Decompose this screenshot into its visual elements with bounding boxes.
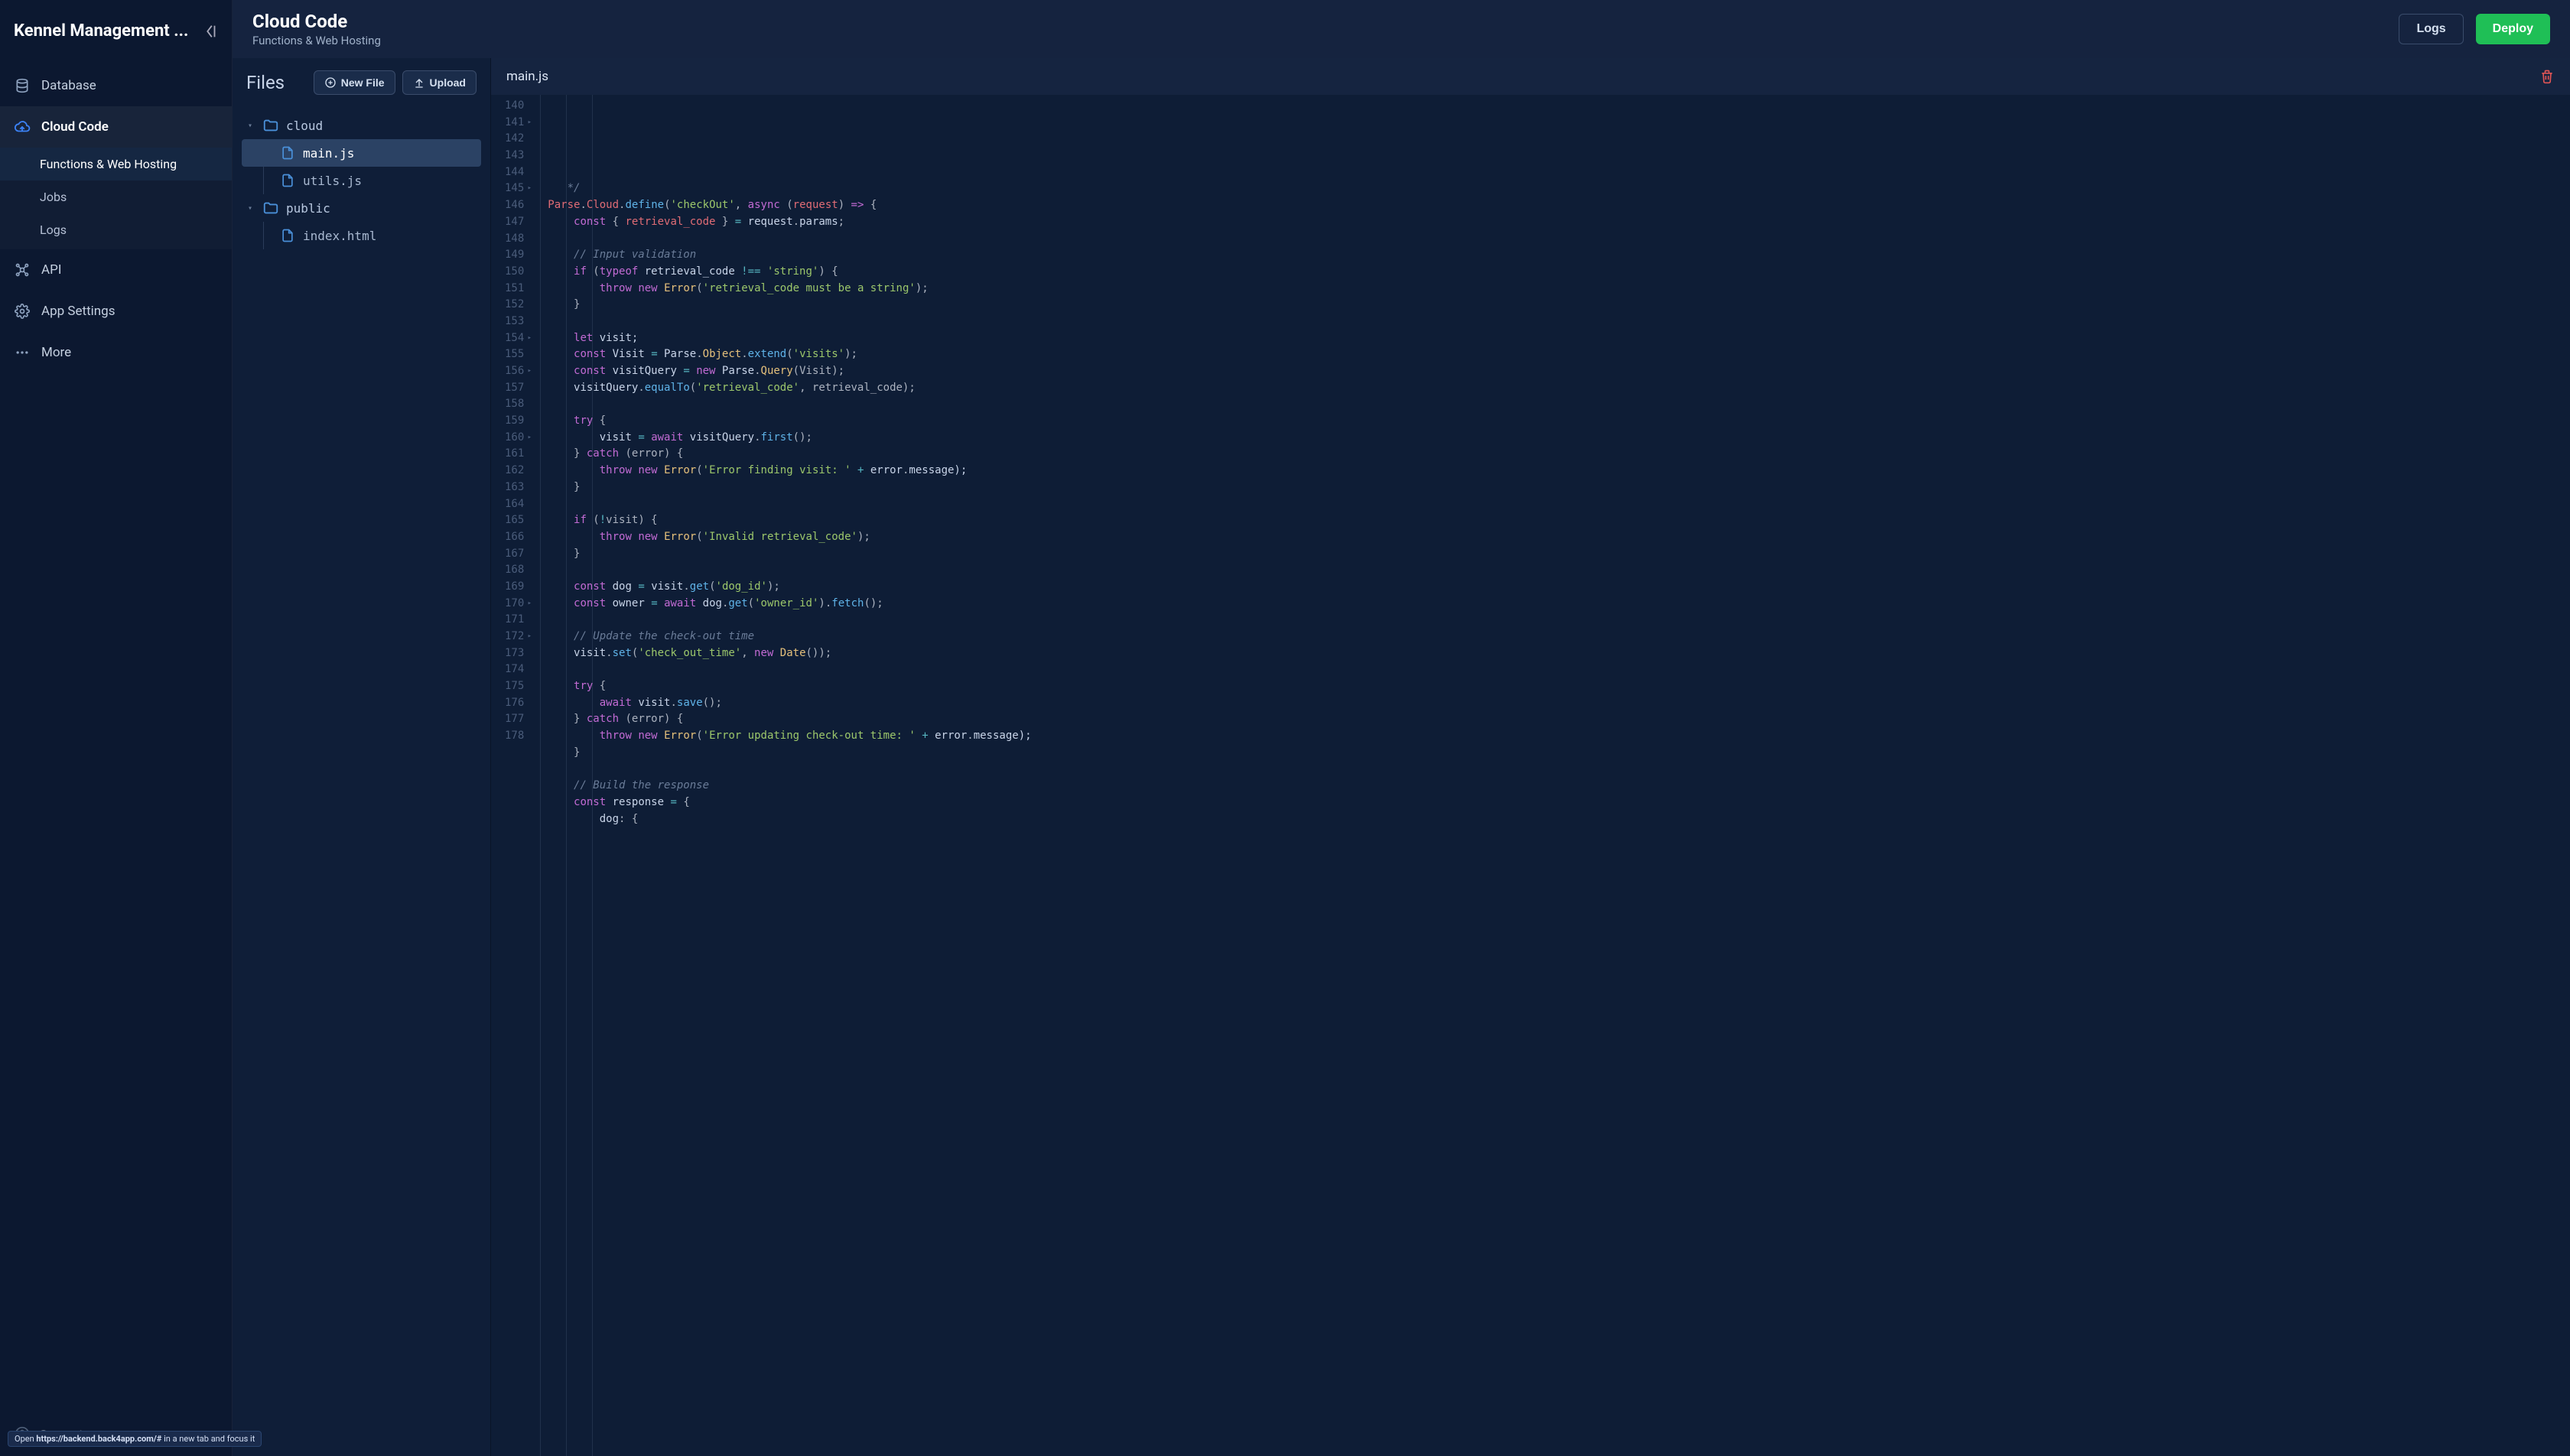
line-numbers: 140141▸142143144145▸14614714814915015115…	[491, 95, 540, 1456]
collapse-sidebar-button[interactable]	[201, 22, 220, 41]
open-link-tooltip: Open https://backend.back4app.com/# in a…	[8, 1431, 262, 1447]
file-icon	[278, 144, 297, 162]
nav-sub-functions[interactable]: Functions & Web Hosting	[0, 148, 232, 180]
new-file-button[interactable]: New File	[314, 70, 395, 95]
editor-panel: main.js 140141▸142143144145▸146147148149…	[491, 58, 2570, 1456]
gear-icon	[14, 303, 31, 320]
caret-down-icon: ▾	[248, 122, 255, 130]
upload-button[interactable]: Upload	[402, 70, 477, 95]
nav-database[interactable]: Database	[0, 65, 232, 106]
topbar: Cloud Code Functions & Web Hosting Logs …	[233, 0, 2570, 58]
files-actions: New File Upload	[314, 70, 477, 95]
folder-icon	[262, 116, 280, 135]
folder-icon	[262, 199, 280, 217]
tree-folder-cloud[interactable]: ▾ cloud	[242, 112, 481, 139]
nav-more[interactable]: More	[0, 332, 232, 373]
files-panel: Files New File Upload ▾	[233, 58, 491, 1456]
caret-down-icon: ▾	[248, 204, 255, 213]
database-icon	[14, 77, 31, 94]
page-subtitle: Functions & Web Hosting	[252, 34, 381, 47]
page-title: Cloud Code	[252, 11, 381, 32]
topbar-title-block: Cloud Code Functions & Web Hosting	[252, 11, 381, 47]
delete-file-button[interactable]	[2539, 69, 2555, 84]
code-body[interactable]: */Parse.Cloud.define('checkOut', async (…	[540, 95, 2570, 1456]
tree-file-main-js[interactable]: main.js	[242, 139, 481, 167]
nav-app-settings[interactable]: App Settings	[0, 291, 232, 332]
nav-more-label: More	[41, 345, 71, 360]
files-title: Files	[246, 72, 285, 93]
nav-app-settings-label: App Settings	[41, 304, 115, 319]
sidebar: Kennel Management ... Database Cloud Cod…	[0, 0, 233, 1456]
ellipsis-icon	[14, 344, 31, 361]
nav-api-label: API	[41, 262, 61, 278]
nav-sub-jobs[interactable]: Jobs	[0, 180, 232, 213]
editor-tab[interactable]: main.js	[506, 69, 548, 84]
deploy-button[interactable]: Deploy	[2476, 14, 2550, 44]
nav-cloud-code-label: Cloud Code	[41, 119, 109, 135]
nav: Database Cloud Code Functions & Web Host…	[0, 65, 232, 373]
code-editor[interactable]: 140141▸142143144145▸14614714814915015115…	[491, 95, 2570, 1456]
logs-button[interactable]: Logs	[2399, 14, 2463, 44]
file-tree: ▾ cloud main.js utils.js	[233, 109, 490, 252]
tree-file-index-html[interactable]: index.html	[242, 222, 481, 249]
nav-sub-logs[interactable]: Logs	[0, 213, 232, 246]
plus-circle-icon	[324, 76, 337, 89]
nav-database-label: Database	[41, 78, 96, 93]
content: Files New File Upload ▾	[233, 58, 2570, 1456]
file-icon	[278, 171, 297, 190]
file-icon	[278, 226, 297, 245]
cloud-upload-icon	[14, 119, 31, 135]
sidebar-header: Kennel Management ...	[0, 0, 232, 62]
nav-api[interactable]: API	[0, 249, 232, 291]
nav-cloud-code-group: Cloud Code Functions & Web Hosting Jobs …	[0, 106, 232, 249]
nav-cloud-code[interactable]: Cloud Code	[0, 106, 232, 148]
files-header: Files New File Upload	[233, 58, 490, 109]
app-name: Kennel Management ...	[14, 21, 188, 41]
topbar-actions: Logs Deploy	[2399, 14, 2550, 44]
api-icon	[14, 262, 31, 278]
upload-icon	[413, 76, 425, 89]
tree-folder-public[interactable]: ▾ public	[242, 194, 481, 222]
main: Cloud Code Functions & Web Hosting Logs …	[233, 0, 2570, 1456]
tree-file-utils-js[interactable]: utils.js	[242, 167, 481, 194]
editor-tabbar: main.js	[491, 58, 2570, 95]
